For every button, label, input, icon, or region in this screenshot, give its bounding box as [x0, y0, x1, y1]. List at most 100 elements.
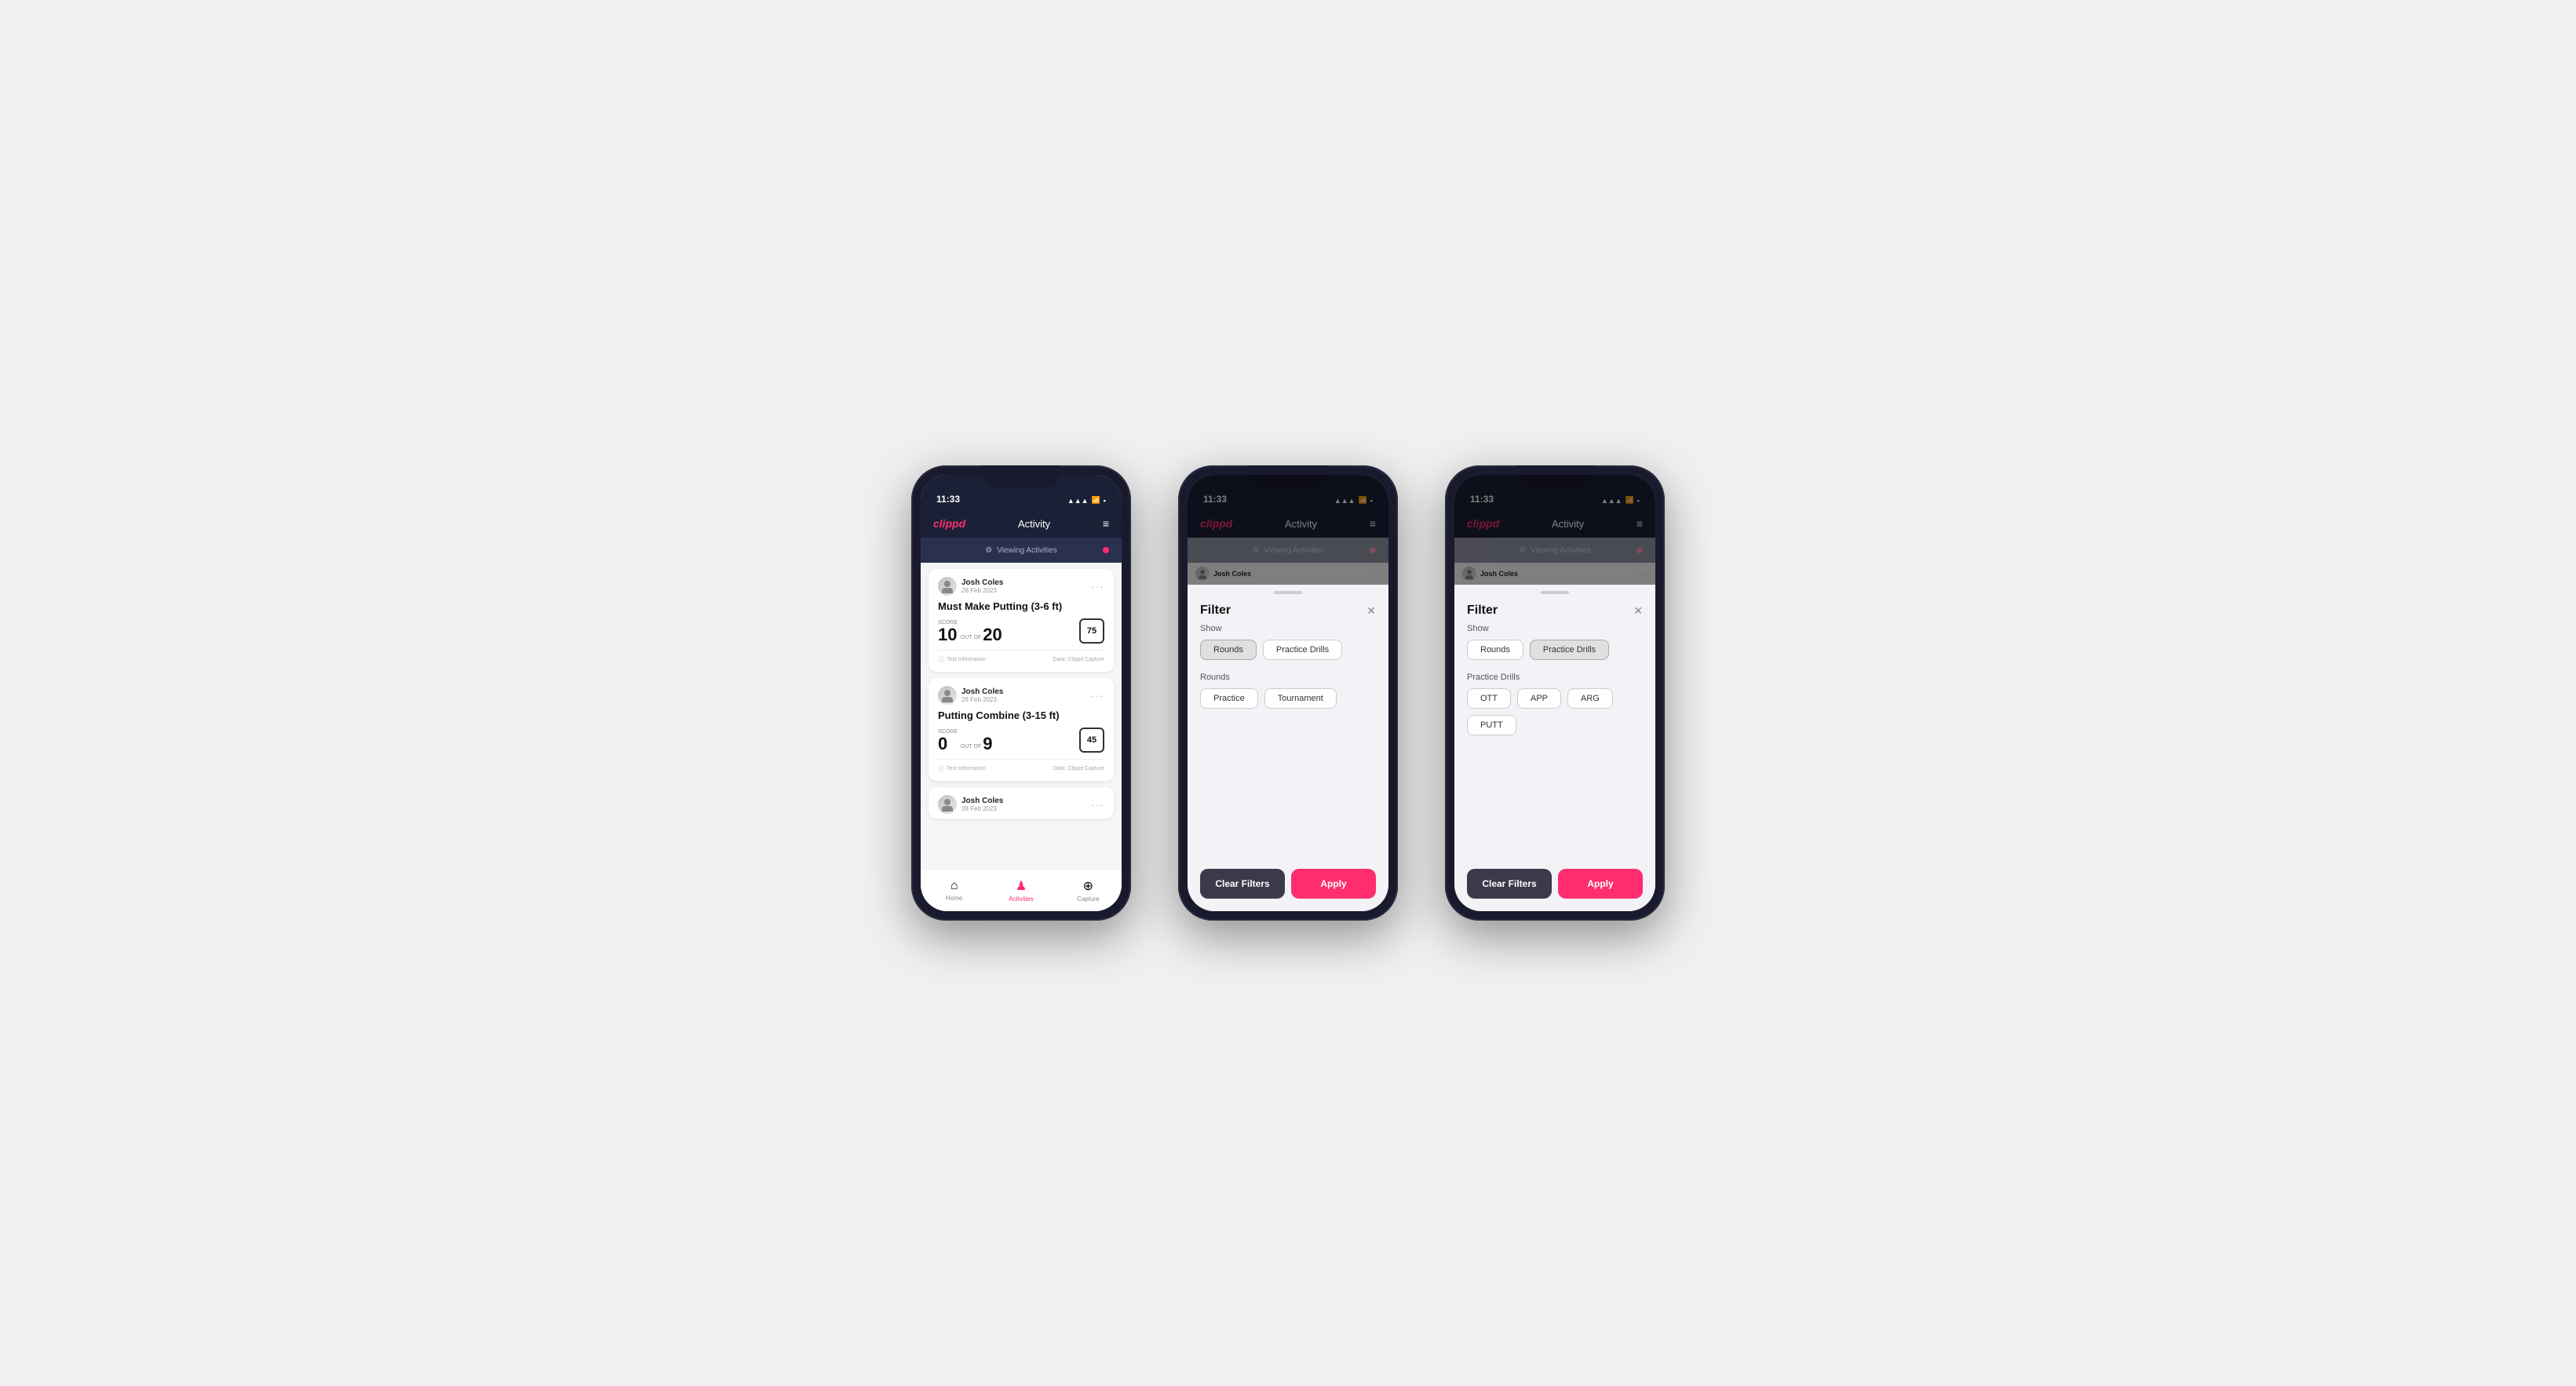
nav-home[interactable]: ⌂ Home: [921, 879, 987, 902]
card-title-1: Must Make Putting (3-6 ft): [938, 600, 1104, 612]
rounds-pill-practice-2[interactable]: Practice: [1200, 688, 1258, 709]
status-time: 11:33: [936, 494, 960, 505]
filter-body-3: Show Rounds Practice Drills Practice Dri…: [1454, 624, 1655, 859]
card-user-3: Josh Coles 28 Feb 2023: [938, 795, 1003, 814]
filter-close-3[interactable]: ✕: [1633, 604, 1643, 618]
drills-pill-app-3[interactable]: APP: [1517, 688, 1561, 709]
viewing-text: Viewing Activities: [997, 546, 1057, 555]
activities-icon: ♟: [1016, 878, 1027, 894]
card-header-1: Josh Coles 28 Feb 2023 ···: [938, 577, 1104, 596]
show-pill-rounds-2[interactable]: Rounds: [1200, 640, 1257, 660]
filter-title-2: Filter: [1200, 604, 1231, 618]
score-value-2: 0: [938, 735, 958, 753]
nav-capture[interactable]: ⊕ Capture: [1055, 878, 1122, 903]
nav-activities[interactable]: ♟ Activities: [987, 878, 1054, 903]
wifi-icon: 📶: [1092, 496, 1100, 505]
rounds-pill-tournament-2[interactable]: Tournament: [1264, 688, 1337, 709]
footer-right-text-2: Data: Clippd Capture: [1053, 766, 1104, 771]
signal-icon: ▲▲▲: [1067, 497, 1089, 505]
activity-card-3[interactable]: Josh Coles 28 Feb 2023 ···: [929, 787, 1114, 819]
filter-header-3: Filter ✕: [1454, 600, 1655, 624]
viewing-bar-1[interactable]: ⚙ Viewing Activities: [921, 538, 1122, 563]
shot-quality-val-2: 45: [1087, 735, 1096, 745]
user-info-1: Josh Coles 28 Feb 2023: [961, 578, 1003, 594]
footer-left-1: ⓘ Test Information: [938, 655, 986, 664]
phone-2: 11:33 ▲▲▲ 📶 ▪ clippd Activity ≡ ⚙ Viewin…: [1178, 465, 1398, 921]
show-pills-3: Rounds Practice Drills: [1467, 640, 1643, 660]
show-label-3: Show: [1467, 624, 1643, 633]
card-user-1: Josh Coles 28 Feb 2023: [938, 577, 1003, 596]
notch: [982, 465, 1060, 487]
overlay-dim-2: [1188, 475, 1388, 585]
phone-3-screen: 11:33 ▲▲▲ 📶 ▪ clippd Activity ≡ ⚙ Viewin…: [1454, 475, 1655, 911]
filter-close-2[interactable]: ✕: [1366, 604, 1376, 618]
rounds-pills-2: Practice Tournament: [1200, 688, 1376, 709]
card-footer-2: ⓘ Test Information Data: Clippd Capture: [938, 759, 1104, 773]
user-date-1: 28 Feb 2023: [961, 587, 1003, 594]
activity-card-1[interactable]: Josh Coles 28 Feb 2023 ··· Must Make Put…: [929, 569, 1114, 672]
settings-icon: ⚙: [985, 546, 992, 555]
show-pill-rounds-3[interactable]: Rounds: [1467, 640, 1523, 660]
bottom-nav-1: ⌂ Home ♟ Activities ⊕ Capture: [921, 869, 1122, 911]
filter-handle-2: [1274, 591, 1302, 594]
score-value: 10: [938, 626, 958, 644]
user-name-2: Josh Coles: [961, 688, 1003, 696]
drills-pill-arg-3[interactable]: ARG: [1567, 688, 1613, 709]
footer-left-2: ⓘ Test Information: [938, 764, 986, 773]
outof-label-2: OUT OF: [961, 744, 981, 750]
footer-left-text-1: Test Information: [947, 657, 986, 662]
filter-footer-2: Clear Filters Apply: [1188, 859, 1388, 911]
filter-header-2: Filter ✕: [1188, 600, 1388, 624]
clear-filters-btn-2[interactable]: Clear Filters: [1200, 869, 1285, 899]
home-icon: ⌂: [950, 879, 958, 893]
apply-btn-2[interactable]: Apply: [1291, 869, 1376, 899]
outof-value: 20: [983, 626, 1002, 644]
card-stats-1: Score 10 OUT OF 20 75: [938, 618, 1104, 644]
user-info-2: Josh Coles 28 Feb 2023: [961, 688, 1003, 703]
drills-pill-ott-3[interactable]: OTT: [1467, 688, 1511, 709]
phone-1-screen: 11:33 ▲▲▲ 📶 ▪ clippd Activity ≡ ⚙ Viewin…: [921, 475, 1122, 911]
overlay-dim-3: [1454, 475, 1655, 585]
nav-title: Activity: [1018, 518, 1050, 530]
avatar-2: [938, 686, 957, 705]
outof-group-2: OUT OF 9: [961, 735, 993, 753]
activity-card-2[interactable]: Josh Coles 28 Feb 2023 ··· Putting Combi…: [929, 678, 1114, 781]
card-footer-1: ⓘ Test Information Data: Clippd Capture: [938, 650, 1104, 664]
nav-bar-1: clippd Activity ≡: [921, 509, 1122, 538]
info-icon-1: ⓘ: [938, 655, 944, 664]
logo: clippd: [933, 517, 965, 530]
filter-body-2: Show Rounds Practice Drills Rounds Pract…: [1188, 624, 1388, 859]
more-dots-1[interactable]: ···: [1091, 580, 1104, 593]
show-pill-drills-2[interactable]: Practice Drills: [1263, 640, 1342, 660]
filter-overlay-2: Filter ✕ Show Rounds Practice Drills Rou…: [1188, 475, 1388, 911]
filter-overlay-3: Filter ✕ Show Rounds Practice Drills Pra…: [1454, 475, 1655, 911]
menu-icon[interactable]: ≡: [1103, 517, 1109, 530]
show-pill-drills-3[interactable]: Practice Drills: [1530, 640, 1609, 660]
rounds-label-2: Rounds: [1200, 673, 1376, 682]
drills-pill-putt-3[interactable]: PUTT: [1467, 715, 1516, 735]
outof-value-2: 9: [983, 735, 992, 753]
drills-pills-3: OTT APP ARG PUTT: [1467, 688, 1643, 735]
filter-sheet-3: Filter ✕ Show Rounds Practice Drills Pra…: [1454, 585, 1655, 911]
clear-filters-btn-3[interactable]: Clear Filters: [1467, 869, 1552, 899]
phone-3: 11:33 ▲▲▲ 📶 ▪ clippd Activity ≡ ⚙ Viewin…: [1445, 465, 1665, 921]
drills-label-3: Practice Drills: [1467, 673, 1643, 682]
user-date-3: 28 Feb 2023: [961, 805, 1003, 812]
filter-footer-3: Clear Filters Apply: [1454, 859, 1655, 911]
apply-btn-3[interactable]: Apply: [1558, 869, 1643, 899]
avatar-3: [938, 795, 957, 814]
show-label-2: Show: [1200, 624, 1376, 633]
more-dots-2[interactable]: ···: [1091, 689, 1104, 702]
card-header-3: Josh Coles 28 Feb 2023 ···: [938, 795, 1104, 814]
user-info-3: Josh Coles 28 Feb 2023: [961, 797, 1003, 812]
card-header-2: Josh Coles 28 Feb 2023 ···: [938, 686, 1104, 705]
phone-2-screen: 11:33 ▲▲▲ 📶 ▪ clippd Activity ≡ ⚙ Viewin…: [1188, 475, 1388, 911]
card-user-2: Josh Coles 28 Feb 2023: [938, 686, 1003, 705]
shot-quality-val-1: 75: [1087, 626, 1096, 636]
phone-1: 11:33 ▲▲▲ 📶 ▪ clippd Activity ≡ ⚙ Viewin…: [911, 465, 1131, 921]
show-pills-2: Rounds Practice Drills: [1200, 640, 1376, 660]
more-dots-3[interactable]: ···: [1091, 798, 1104, 811]
shot-quality-badge-1: 75: [1079, 618, 1104, 644]
battery-icon: ▪: [1104, 497, 1106, 505]
card-stats-2: Score 0 OUT OF 9 45: [938, 728, 1104, 753]
